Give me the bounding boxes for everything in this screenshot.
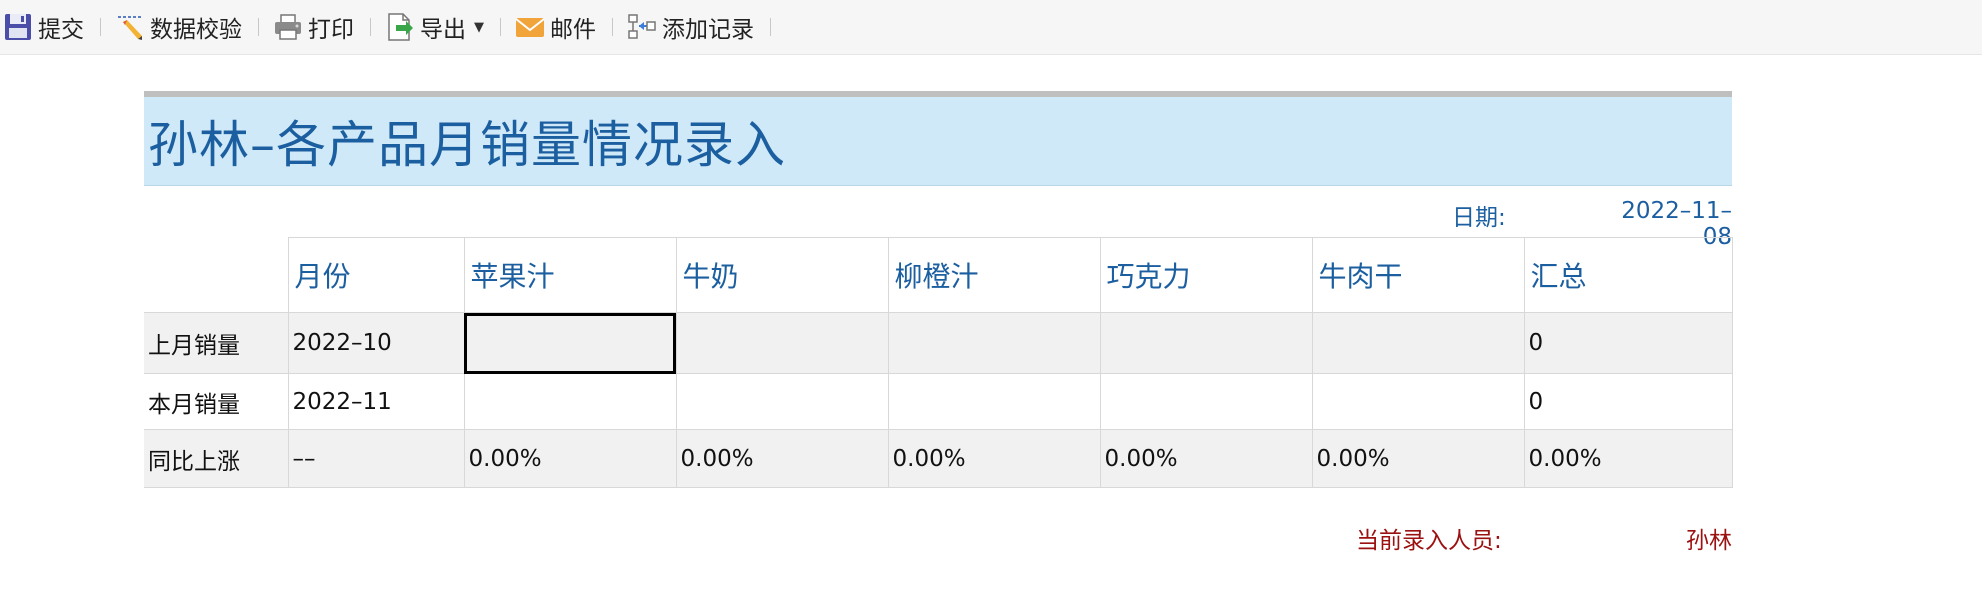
column-header: 柳橙汁 xyxy=(887,237,1101,313)
row-label: 上月销量 xyxy=(144,312,289,374)
export-label: 导出 xyxy=(420,17,466,43)
toolbar-divider xyxy=(500,18,501,36)
row-label: 同比上涨 xyxy=(144,429,289,488)
validate-data-label: 数据校验 xyxy=(150,17,242,43)
mail-button[interactable]: 邮件 xyxy=(514,9,596,45)
column-header: 苹果汁 xyxy=(463,237,677,313)
date-label: 日期: xyxy=(1452,205,1506,231)
report-title-band: 孙林–各产品月销量情况录入 xyxy=(144,97,1732,186)
toolbar-divider xyxy=(100,18,101,36)
input-cell[interactable] xyxy=(1099,373,1313,430)
column-header: 巧克力 xyxy=(1099,237,1313,313)
export-icon xyxy=(384,11,416,43)
input-cell[interactable] xyxy=(1311,312,1525,374)
month-cell: 2022–11 xyxy=(287,373,465,430)
validate-data-button[interactable]: 数据校验 xyxy=(114,9,242,45)
toolbar-divider xyxy=(370,18,371,36)
submit-button[interactable]: 提交 xyxy=(2,9,84,45)
print-label: 打印 xyxy=(308,17,354,43)
table-row: 上月销量 2022–10 0 xyxy=(144,312,1733,374)
input-cell[interactable] xyxy=(463,312,677,374)
table-header-row: 月份 苹果汁 牛奶 柳橙汁 巧克力 牛肉干 汇总 xyxy=(144,237,1733,313)
input-cell[interactable] xyxy=(675,373,889,430)
total-cell: 0 xyxy=(1523,373,1733,430)
row-label: 本月销量 xyxy=(144,373,289,430)
month-cell: –– xyxy=(287,429,465,488)
entry-person-label: 当前录入人员: xyxy=(1356,528,1502,554)
toolbar-divider xyxy=(258,18,259,36)
add-record-button[interactable]: 添加记录 xyxy=(626,9,754,45)
growth-cell: 0.00% xyxy=(1099,429,1313,488)
submit-label: 提交 xyxy=(38,17,84,43)
growth-cell: 0.00% xyxy=(1311,429,1525,488)
add-record-label: 添加记录 xyxy=(662,17,754,43)
input-cell[interactable] xyxy=(1311,373,1525,430)
chevron-down-icon[interactable]: ▼ xyxy=(474,20,484,35)
save-icon xyxy=(2,11,34,43)
column-header: 牛奶 xyxy=(675,237,889,313)
page-title: 孙林–各产品月销量情况录入 xyxy=(148,116,786,174)
toolbar-divider xyxy=(770,18,771,36)
column-header: 汇总 xyxy=(1523,237,1733,313)
toolbar: 提交 数据校验 打印 导出 ▼ 邮件 添加记录 xyxy=(0,0,1982,55)
input-cell[interactable] xyxy=(887,312,1101,374)
toolbar-divider xyxy=(612,18,613,36)
pencil-icon xyxy=(114,11,146,43)
table-row: 同比上涨 –– 0.00% 0.00% 0.00% 0.00% 0.00% 0.… xyxy=(144,429,1733,488)
mail-label: 邮件 xyxy=(550,17,596,43)
column-header: 牛肉干 xyxy=(1311,237,1525,313)
column-header: 月份 xyxy=(287,237,465,313)
growth-cell: 0.00% xyxy=(887,429,1101,488)
mail-icon xyxy=(514,11,546,43)
input-cell[interactable] xyxy=(1099,312,1313,374)
month-cell: 2022–10 xyxy=(287,312,465,374)
input-cell[interactable] xyxy=(675,312,889,374)
entry-person-value: 孙林 xyxy=(1686,528,1732,554)
table-row: 本月销量 2022–11 0 xyxy=(144,373,1733,430)
total-cell: 0 xyxy=(1523,312,1733,374)
input-cell[interactable] xyxy=(463,373,677,430)
total-cell: 0.00% xyxy=(1523,429,1733,488)
print-button[interactable]: 打印 xyxy=(272,9,354,45)
printer-icon xyxy=(272,11,304,43)
input-cell[interactable] xyxy=(887,373,1101,430)
growth-cell: 0.00% xyxy=(675,429,889,488)
sales-entry-table: 月份 苹果汁 牛奶 柳橙汁 巧克力 牛肉干 汇总 上月销量 2022–10 0 … xyxy=(144,237,1733,488)
date-value: 2022–11–08 xyxy=(1621,198,1732,250)
growth-cell: 0.00% xyxy=(463,429,677,488)
export-button[interactable]: 导出 ▼ xyxy=(384,9,484,45)
header-corner-cell xyxy=(144,237,289,313)
add-record-icon xyxy=(626,11,658,43)
